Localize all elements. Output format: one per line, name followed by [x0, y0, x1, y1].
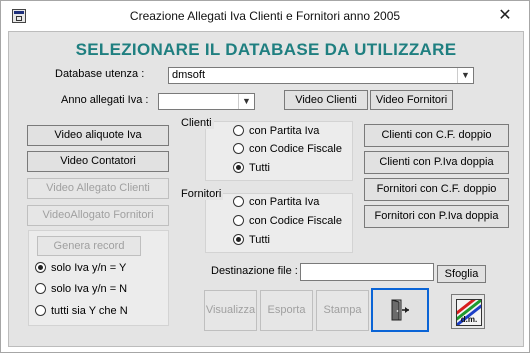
- radio-selected-icon: [233, 161, 244, 173]
- radio-selected-icon: [35, 261, 46, 273]
- main-window: Creazione Allegati Iva Clienti e Fornito…: [0, 0, 530, 353]
- fornitori-cf-radio[interactable]: con Codice Fiscale: [233, 214, 342, 229]
- video-clienti-button[interactable]: Video Clienti: [284, 90, 368, 110]
- clienti-tutti-label: Tutti: [249, 162, 270, 174]
- fornitori-tutti-label: Tutti: [249, 234, 270, 246]
- database-select[interactable]: dmsoft ▼: [168, 67, 474, 84]
- iva-y-radio[interactable]: solo Iva y/n = Y: [35, 261, 127, 276]
- window-title: Creazione Allegati Iva Clienti e Fornito…: [129, 9, 401, 23]
- database-value: dmsoft: [172, 69, 206, 81]
- iva-n-label: solo Iva y/n = N: [51, 283, 128, 295]
- form-panel: SELEZIONARE IL DATABASE DA UTILIZZARE Da…: [8, 31, 524, 347]
- clienti-piva-radio[interactable]: con Partita Iva: [233, 124, 320, 139]
- sfoglia-button[interactable]: Sfoglia: [437, 265, 486, 283]
- video-allogato-fornitori-button[interactable]: VideoAllogato Fornitori: [27, 205, 169, 226]
- close-button[interactable]: ✕: [482, 1, 528, 31]
- genera-record-button[interactable]: Genera record: [37, 236, 141, 256]
- fornitori-piva-radio[interactable]: con Partita Iva: [233, 195, 320, 210]
- logo-button[interactable]: d.m.: [451, 294, 485, 329]
- anno-label: Anno allegati Iva :: [61, 94, 149, 106]
- clienti-piva-doppia-button[interactable]: Clienti con P.Iva doppia: [364, 151, 509, 174]
- fornitori-piva-doppia-button[interactable]: Fornitori con P.Iva doppia: [364, 205, 509, 228]
- video-contatori-button[interactable]: Video Contatori: [27, 151, 169, 172]
- video-aliquote-button[interactable]: Video aliquote Iva: [27, 125, 169, 146]
- radio-icon: [233, 195, 244, 207]
- video-allegato-clienti-button[interactable]: Video Allegato Clienti: [27, 178, 169, 199]
- radio-icon: [233, 214, 244, 226]
- clienti-cf-doppio-button[interactable]: Clienti con C.F. doppio: [364, 124, 509, 147]
- clienti-group-label: Clienti: [179, 117, 214, 129]
- radio-icon: [35, 304, 46, 316]
- visualizza-button[interactable]: Visualizza: [204, 290, 257, 331]
- destinazione-label: Destinazione file :: [211, 265, 298, 277]
- video-fornitori-button[interactable]: Video Fornitori: [370, 90, 453, 110]
- exit-door-icon: [391, 299, 409, 321]
- clienti-piva-label: con Partita Iva: [249, 125, 320, 137]
- stampa-button[interactable]: Stampa: [316, 290, 369, 331]
- anno-select[interactable]: ▼: [158, 93, 255, 110]
- iva-n-radio[interactable]: solo Iva y/n = N: [35, 282, 128, 297]
- fornitori-tutti-radio[interactable]: Tutti: [233, 233, 270, 248]
- iva-all-radio[interactable]: tutti sia Y che N: [35, 304, 128, 319]
- radio-icon: [233, 124, 244, 136]
- esporta-button[interactable]: Esporta: [260, 290, 313, 331]
- title-bar: Creazione Allegati Iva Clienti e Fornito…: [1, 1, 529, 31]
- destinazione-value: [301, 266, 304, 278]
- chevron-down-icon[interactable]: ▼: [457, 68, 473, 83]
- iva-y-label: solo Iva y/n = Y: [51, 262, 127, 274]
- database-label: Database utenza :: [55, 68, 145, 80]
- fornitori-cf-doppio-button[interactable]: Fornitori con C.F. doppio: [364, 178, 509, 201]
- chevron-down-icon[interactable]: ▼: [238, 94, 254, 109]
- page-title: SELEZIONARE IL DATABASE DA UTILIZZARE: [75, 40, 457, 59]
- fornitori-cf-label: con Codice Fiscale: [249, 215, 342, 227]
- clienti-cf-radio[interactable]: con Codice Fiscale: [233, 142, 342, 157]
- radio-icon: [233, 142, 244, 154]
- radio-icon: [35, 282, 46, 294]
- radio-selected-icon: [233, 233, 244, 245]
- iva-all-label: tutti sia Y che N: [51, 305, 128, 317]
- destinazione-input[interactable]: [300, 263, 434, 281]
- dm-logo-icon: d.m.: [456, 299, 482, 326]
- exit-button[interactable]: [371, 288, 429, 332]
- clienti-cf-label: con Codice Fiscale: [249, 143, 342, 155]
- fornitori-group-label: Fornitori: [179, 188, 224, 200]
- logo-text: d.m.: [460, 315, 478, 324]
- fornitori-piva-label: con Partita Iva: [249, 196, 320, 208]
- clienti-tutti-radio[interactable]: Tutti: [233, 161, 270, 176]
